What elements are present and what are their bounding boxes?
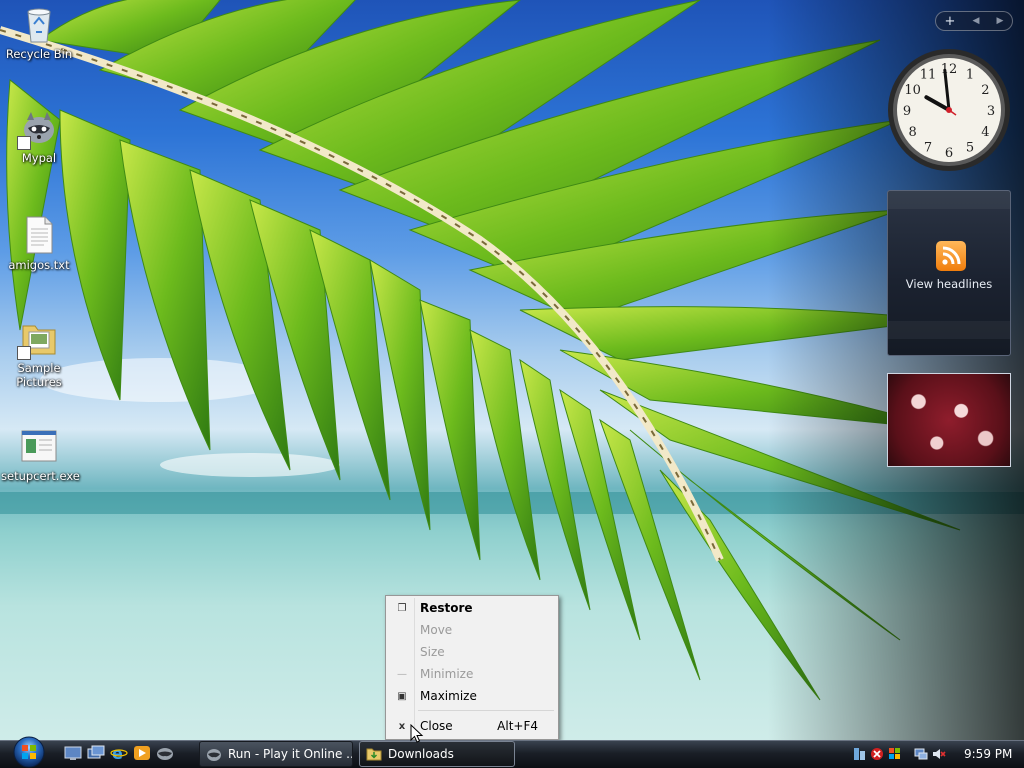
menu-item-size[interactable]: Size <box>388 641 556 663</box>
menu-separator <box>418 710 554 711</box>
clock-face: 12 12 3 45678 9 1011 <box>888 49 1010 171</box>
network-connection-icon[interactable] <box>914 747 928 761</box>
desktop-icon-recycle-bin[interactable]: Recycle Bin <box>1 4 77 61</box>
start-button[interactable] <box>8 736 50 768</box>
desktop-icon-amigos-txt[interactable]: amigos.txt <box>1 215 77 272</box>
next-gadget-page-button[interactable]: ▶ <box>997 16 1004 26</box>
internet-explorer-icon[interactable]: e <box>110 744 128 763</box>
menu-item-maximize[interactable]: ▣ Maximize <box>388 685 556 707</box>
mypal-quicklaunch-icon[interactable] <box>156 745 174 761</box>
add-gadget-button[interactable]: + <box>945 14 956 29</box>
clock-numeral: 2 <box>981 83 989 98</box>
clock-numeral: 6 <box>945 146 953 161</box>
recycle-bin-icon <box>19 4 59 44</box>
window-context-menu: ❐ Restore Move Size — Minimize ▣ Maximiz… <box>385 595 559 740</box>
desktop-icon-sample-pictures[interactable]: Sample Pictures <box>1 318 77 389</box>
clock-numeral: 10 <box>904 83 921 98</box>
clock-numeral: 5 <box>966 140 974 155</box>
network-icon[interactable] <box>852 747 866 761</box>
show-desktop-icon[interactable] <box>64 745 82 761</box>
clock-numeral: 1 <box>966 68 974 83</box>
desktop-icon-label: setupcert.exe <box>1 469 80 483</box>
clock-numeral: 11 <box>920 68 937 83</box>
maximize-icon: ▣ <box>397 690 407 702</box>
desktop-icon-label: Mypal <box>21 151 57 165</box>
taskbar-clock[interactable]: 9:59 PM <box>964 747 1012 761</box>
desktop-icon-setupcert-exe[interactable]: setupcert.exe <box>1 426 80 483</box>
switch-windows-icon[interactable] <box>87 745 105 761</box>
folder-icon <box>366 748 382 761</box>
shortcut-arrow-icon <box>17 346 31 360</box>
security-alert-icon[interactable] <box>870 747 884 761</box>
clock-numeral: 8 <box>908 125 916 140</box>
system-tray: 9:59 PM <box>852 741 1024 767</box>
folder-icon <box>17 318 59 360</box>
text-file-icon <box>19 215 59 255</box>
menu-item-minimize[interactable]: — Minimize <box>388 663 556 685</box>
mypal-icon <box>207 749 221 761</box>
clock-numeral: 7 <box>924 140 932 155</box>
menu-item-move[interactable]: Move <box>388 619 556 641</box>
desktop-icon-mypal[interactable]: Mypal <box>1 108 77 165</box>
close-shortcut: Alt+F4 <box>497 719 538 733</box>
minimize-icon: — <box>397 668 407 680</box>
windows-logo-icon <box>13 736 45 768</box>
clock-numeral: 9 <box>903 104 911 119</box>
executable-icon <box>19 426 59 466</box>
desktop-icon-label: Recycle Bin <box>5 47 73 61</box>
clock-gadget[interactable]: 12 1 2 3 4 5 6 7 8 9 10 11 <box>886 47 1012 173</box>
menu-item-restore[interactable]: ❐ Restore <box>388 597 556 619</box>
taskbar-button-run-play-it-online[interactable]: Run - Play it Online ... <box>199 741 353 767</box>
feed-headlines-gadget[interactable]: View headlines <box>887 190 1011 356</box>
slideshow-gadget[interactable] <box>887 373 1011 467</box>
view-headlines-label[interactable]: View headlines <box>888 277 1010 291</box>
clock-numeral: 4 <box>981 125 989 140</box>
media-player-icon[interactable] <box>133 745 151 761</box>
sidebar-gadget-controls: + ◀ ▶ <box>935 11 1013 31</box>
previous-gadget-page-button[interactable]: ◀ <box>973 16 980 26</box>
raccoon-icon <box>17 108 59 150</box>
shortcut-arrow-icon <box>17 136 31 150</box>
desktop-icon-label: amigos.txt <box>8 258 70 272</box>
taskbar-button-label: Run - Play it Online ... <box>228 747 353 761</box>
volume-muted-icon[interactable] <box>932 747 946 761</box>
taskbar-button-downloads[interactable]: Downloads <box>359 741 515 767</box>
windows-flag-icon[interactable] <box>888 747 902 761</box>
rss-feed-icon <box>936 241 966 271</box>
clock-numeral: 12 <box>941 62 958 77</box>
svg-text:e: e <box>112 745 123 761</box>
clock-numeral: 3 <box>987 104 995 119</box>
mouse-cursor-icon <box>410 724 424 743</box>
taskbar-button-label: Downloads <box>388 747 454 761</box>
restore-icon: ❐ <box>397 602 407 614</box>
desktop-icon-label: Sample Pictures <box>16 361 62 389</box>
